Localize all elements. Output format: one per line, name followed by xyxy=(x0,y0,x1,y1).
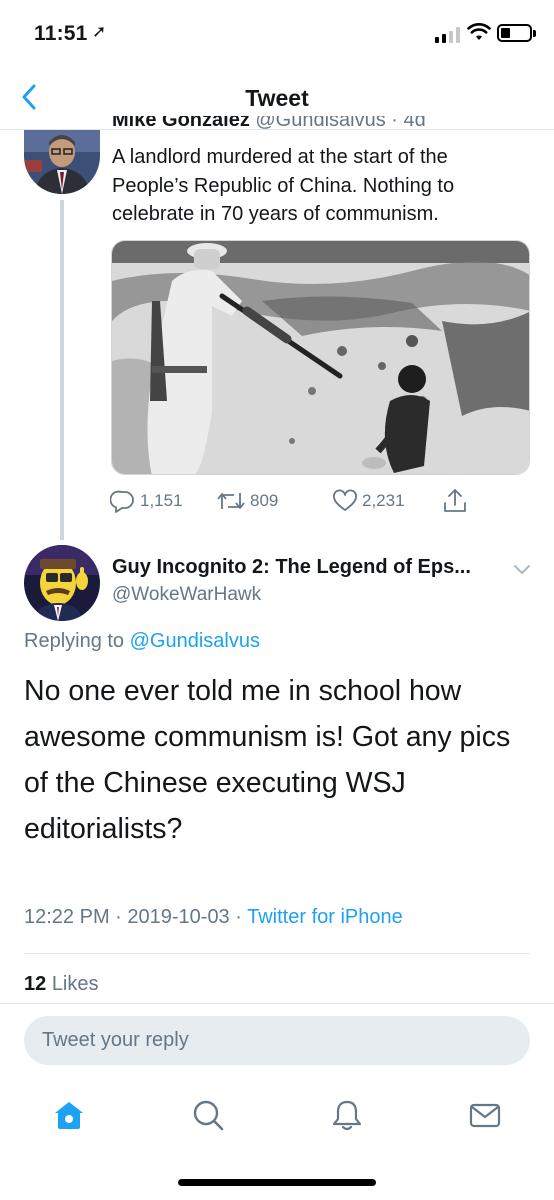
reply-count: 1,151 xyxy=(140,491,183,510)
divider xyxy=(0,1003,554,1004)
tweet-source-link[interactable]: Twitter for iPhone xyxy=(247,906,403,928)
reply-compose-box[interactable] xyxy=(24,1016,530,1065)
like-count: 2,231 xyxy=(362,491,405,510)
replying-to-label: Replying to xyxy=(24,630,125,652)
tweet-photo[interactable] xyxy=(111,240,530,475)
replying-to-handle[interactable]: @Gundisalvus xyxy=(130,630,260,652)
home-icon[interactable] xyxy=(52,1098,86,1132)
location-icon: ➚ xyxy=(92,22,107,41)
main-tweet-author-name[interactable]: Mike Gonzalez xyxy=(112,116,250,130)
main-tweet-header: Mike Gonzalez @Gundisalvus · 4d xyxy=(112,116,532,130)
reply-tweet-author-handle[interactable]: @WokeWarHawk xyxy=(112,584,261,606)
main-tweet-actions: 1,151 809 2,231 xyxy=(110,486,530,516)
likes-label: Likes xyxy=(51,973,99,995)
share-action[interactable] xyxy=(442,486,472,516)
cellular-signal-icon xyxy=(435,27,461,43)
tab-bar xyxy=(0,1080,554,1150)
likes-count: 12 xyxy=(24,973,47,995)
reply-tweet-avatar[interactable] xyxy=(24,545,100,621)
status-bar: 11:51 ➚ xyxy=(0,0,554,66)
wifi-icon xyxy=(467,23,491,40)
reply-tweet-text: No one ever told me in school how awesom… xyxy=(24,675,511,845)
search-icon[interactable] xyxy=(191,1098,225,1132)
main-tweet-avatar[interactable] xyxy=(24,130,100,194)
thread-line xyxy=(60,200,64,540)
retweet-action[interactable]: 809 xyxy=(216,486,278,516)
share-icon xyxy=(444,489,466,512)
battery-icon xyxy=(497,24,536,42)
divider xyxy=(24,953,530,954)
like-action[interactable]: 2,231 xyxy=(332,486,405,516)
retweet-count: 809 xyxy=(250,491,279,510)
page-title: Tweet xyxy=(245,85,309,111)
notifications-icon[interactable] xyxy=(330,1098,364,1132)
reply-tweet-author-name[interactable]: Guy Incognito 2: The Legend of Eps... xyxy=(112,556,471,579)
reply-input[interactable] xyxy=(42,1016,512,1065)
tweet-timestamp: 12:22 PM · 2019-10-03 · xyxy=(24,906,248,928)
chevron-down-icon[interactable] xyxy=(512,563,532,577)
retweet-icon xyxy=(217,493,245,509)
like-icon xyxy=(333,489,357,511)
reply-action[interactable]: 1,151 xyxy=(110,486,183,516)
replying-to: Replying to @Gundisalvus xyxy=(24,630,260,653)
status-time: 11:51 xyxy=(34,22,88,45)
likes-summary[interactable]: 12 Likes xyxy=(24,973,99,996)
main-tweet-author-handle: @Gundisalvus · 4d xyxy=(255,116,426,130)
main-tweet-text: A landlord murdered at the start of the … xyxy=(112,146,455,225)
home-indicator[interactable] xyxy=(178,1179,376,1186)
reply-icon xyxy=(110,490,134,513)
tweet-meta: 12:22 PM · 2019-10-03 · Twitter for iPho… xyxy=(24,906,403,929)
messages-icon[interactable] xyxy=(468,1098,502,1132)
